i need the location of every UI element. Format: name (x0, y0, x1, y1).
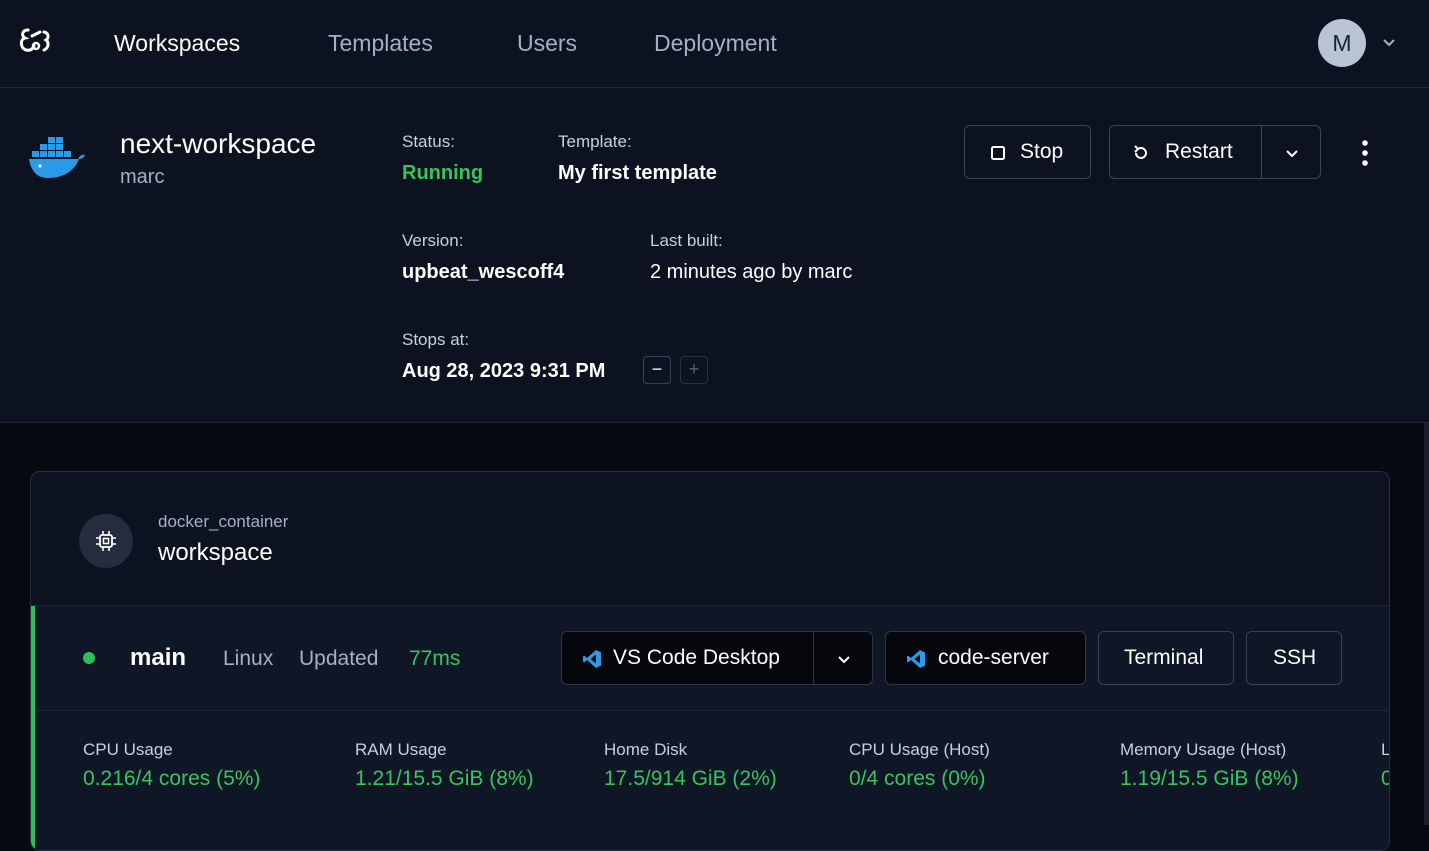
cpu-chip-icon (96, 531, 116, 551)
stat-truncated-label: L (1381, 740, 1390, 759)
terminal-button[interactable]: Terminal (1098, 631, 1234, 685)
increase-deadline-button[interactable]: + (680, 356, 708, 384)
resource-type: docker_container (158, 512, 289, 531)
vscode-desktop-button[interactable]: VS Code Desktop (613, 646, 780, 670)
coder-logo-icon[interactable] (18, 26, 54, 58)
more-options-icon[interactable] (1352, 138, 1378, 168)
chevron-down-icon[interactable] (1283, 144, 1301, 162)
chevron-down-icon[interactable] (1381, 34, 1397, 50)
stops-at-value: Aug 28, 2023 9:31 PM (402, 360, 606, 382)
vscode-icon (907, 650, 925, 668)
stat-cpu-value: 0.216/4 cores (5%) (83, 767, 261, 790)
last-built-value: 2 minutes ago by marc (650, 261, 853, 283)
split-divider (1261, 126, 1262, 178)
resource-name: workspace (158, 539, 273, 566)
nav-workspaces[interactable]: Workspaces (114, 28, 240, 58)
stat-host-cpu-label: CPU Usage (Host) (849, 740, 990, 759)
stat-host-memory-value: 1.19/15.5 GiB (8%) (1120, 767, 1299, 790)
status-value: Running (402, 162, 484, 184)
restart-icon[interactable] (1132, 144, 1150, 162)
vscode-icon (583, 650, 601, 668)
stat-ram-label: RAM Usage (355, 740, 447, 759)
agent-status-dot (83, 652, 95, 664)
agent-row: main Linux Updated 77ms VS Code Desktop … (31, 605, 1390, 850)
version-value: upbeat_wescoff4 (402, 261, 565, 283)
stat-truncated-value: 0 (1381, 767, 1389, 791)
split-divider (813, 632, 814, 684)
ssh-label: SSH (1273, 646, 1317, 669)
restart-button[interactable]: Restart (1165, 140, 1233, 164)
last-built-label: Last built: (650, 231, 723, 250)
template-label: Template: (558, 132, 632, 151)
stop-button-label: Stop (1020, 140, 1064, 163)
resource-icon-badge (79, 514, 133, 568)
agent-latency: 77ms (409, 647, 461, 670)
stops-at-label: Stops at: (402, 330, 470, 349)
ssh-button[interactable]: SSH (1246, 631, 1342, 685)
stat-disk-label: Home Disk (604, 740, 688, 759)
stop-button[interactable]: Stop (964, 125, 1091, 179)
nav-deployment[interactable]: Deployment (654, 28, 777, 58)
stat-ram-value: 1.21/15.5 GiB (8%) (355, 767, 534, 790)
resource-card: docker_container workspace main Linux Up… (30, 471, 1390, 851)
top-navigation: Workspaces Templates Users Deployment M (0, 0, 1429, 88)
template-link[interactable]: My first template (558, 162, 717, 185)
agent-name: main (130, 644, 187, 671)
stat-host-memory-label: Memory Usage (Host) (1120, 740, 1287, 759)
chevron-down-icon[interactable] (835, 650, 853, 668)
agent-status-bar (31, 606, 35, 850)
restart-button-group: Restart (1109, 125, 1321, 179)
terminal-label: Terminal (1124, 646, 1204, 669)
agent-divider (35, 710, 1389, 711)
vscode-desktop-button-group: VS Code Desktop (561, 631, 873, 685)
version-label: Version: (402, 231, 464, 250)
stat-host-cpu-value: 0/4 cores (0%) (849, 767, 986, 790)
code-server-button[interactable]: code-server (885, 631, 1086, 685)
page-scrollbar[interactable] (1424, 423, 1429, 825)
agent-os: Linux (223, 647, 274, 670)
decrease-deadline-button[interactable]: − (643, 356, 671, 384)
workspace-owner: marc (120, 166, 165, 188)
workspace-header: next-workspace marc Status: Running Temp… (0, 88, 1429, 423)
user-avatar[interactable]: M (1318, 19, 1366, 67)
stat-disk-value: 17.5/914 GiB (2%) (604, 767, 777, 790)
stop-icon (991, 146, 1005, 160)
nav-templates[interactable]: Templates (328, 28, 433, 58)
status-label: Status: (402, 132, 455, 151)
nav-users[interactable]: Users (517, 28, 577, 58)
docker-icon (29, 137, 85, 178)
agent-updated-label: Updated (299, 647, 379, 670)
stat-cpu-label: CPU Usage (83, 740, 173, 759)
code-server-label: code-server (938, 646, 1049, 669)
workspace-name: next-workspace (120, 128, 317, 159)
